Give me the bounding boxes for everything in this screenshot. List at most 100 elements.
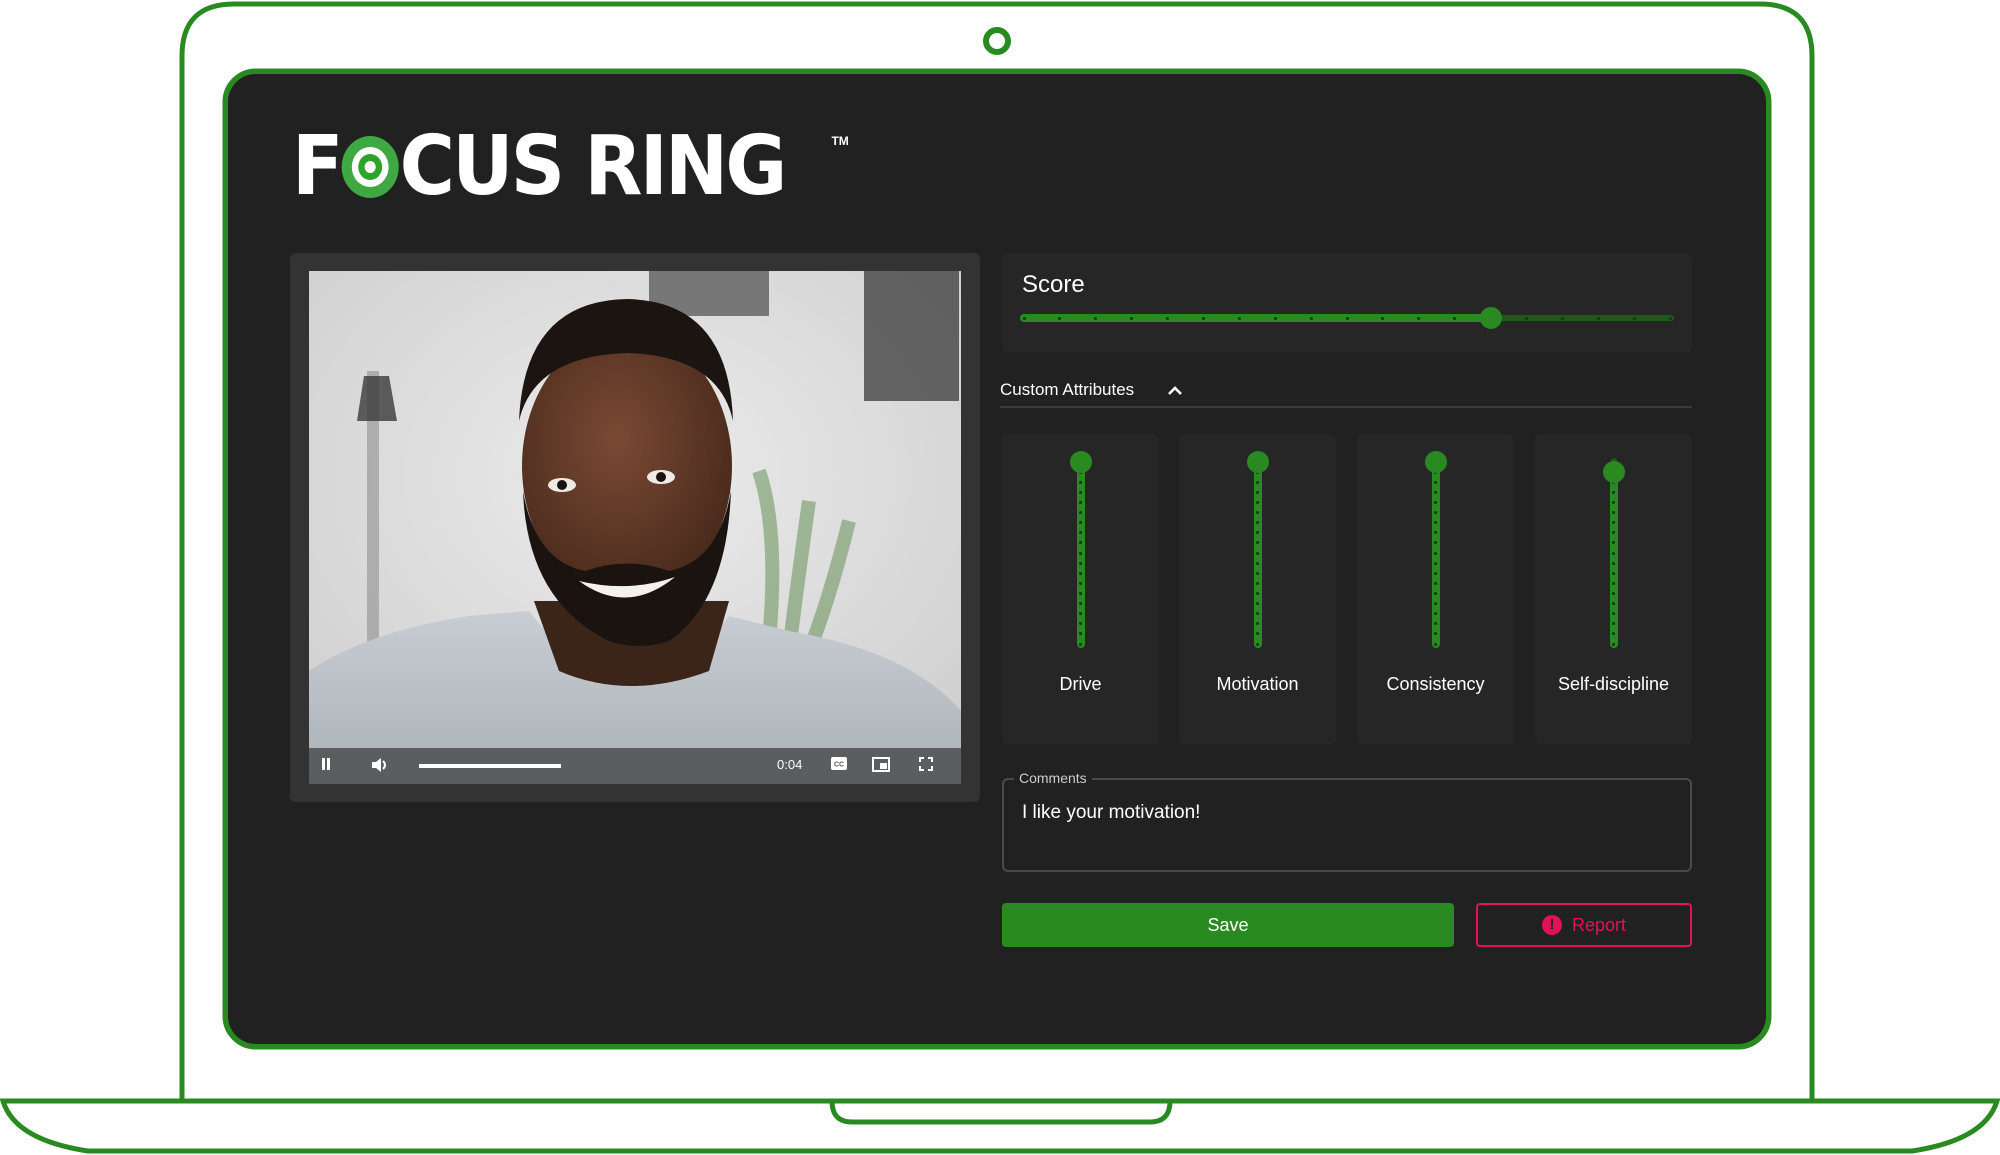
attribute-slider-tick xyxy=(1079,571,1082,575)
video-current-time: 0:04 xyxy=(777,757,803,772)
score-slider-tick xyxy=(1596,316,1600,320)
video-progress-bar[interactable] xyxy=(419,764,561,768)
attribute-slider-tick xyxy=(1079,500,1082,504)
attribute-card-self-discipline: Self-discipline xyxy=(1535,434,1692,744)
score-slider-tick xyxy=(1560,316,1564,320)
attribute-slider-tick xyxy=(1434,581,1437,585)
attribute-slider[interactable] xyxy=(1424,451,1447,648)
score-slider[interactable] xyxy=(1020,307,1674,329)
picture-in-picture-icon xyxy=(872,757,890,772)
closed-captions-icon: CC xyxy=(831,757,847,770)
attribute-slider-tick xyxy=(1079,591,1082,595)
attribute-card-motivation: Motivation xyxy=(1179,434,1336,744)
attribute-slider-tick xyxy=(1256,551,1259,555)
video-viewport[interactable]: 0:04 CC xyxy=(309,271,961,784)
logo-word-cus: CUS xyxy=(399,119,565,214)
svg-text:CC: CC xyxy=(834,762,844,769)
attribute-slider-tick xyxy=(1434,642,1437,646)
attribute-label: Self-discipline xyxy=(1557,674,1670,694)
attribute-slider-tick xyxy=(1434,490,1437,494)
focus-ring-logo: F CUS RING TM xyxy=(292,119,849,214)
attribute-slider-thumb[interactable] xyxy=(1602,461,1625,484)
attribute-slider-tick xyxy=(1434,551,1437,555)
captions-button[interactable]: CC xyxy=(831,757,849,775)
attribute-slider-tick xyxy=(1256,591,1259,595)
volume-button[interactable] xyxy=(371,757,391,775)
attribute-slider-tick xyxy=(1612,591,1615,595)
attribute-slider-tick xyxy=(1612,551,1615,555)
score-card: Score xyxy=(1002,253,1692,352)
attribute-slider-tick xyxy=(1079,561,1082,565)
attribute-slider[interactable] xyxy=(1602,458,1625,648)
report-button[interactable]: ! Report xyxy=(1476,903,1692,947)
attribute-slider-tick xyxy=(1079,480,1082,484)
score-slider-tick xyxy=(1453,316,1457,320)
score-slider-tick xyxy=(1201,316,1205,320)
video-progress-fill xyxy=(419,764,561,768)
attribute-slider-tick xyxy=(1434,500,1437,504)
attribute-slider-tick xyxy=(1079,581,1082,585)
attribute-card-drive: Drive xyxy=(1002,434,1159,744)
attribute-slider-tick xyxy=(1256,490,1259,494)
score-slider-tick xyxy=(1632,316,1636,320)
attribute-slider-thumb[interactable] xyxy=(1069,451,1092,473)
logo-wordmark: F CUS RING xyxy=(292,119,787,214)
score-slider-thumb[interactable] xyxy=(1479,307,1502,329)
fullscreen-icon xyxy=(919,757,933,771)
score-slider-tick xyxy=(1668,316,1672,320)
score-slider-tick xyxy=(1022,316,1026,320)
attribute-slider-thumb[interactable] xyxy=(1424,451,1447,473)
attribute-slider-tick xyxy=(1256,500,1259,504)
attribute-slider-tick xyxy=(1256,581,1259,585)
attribute-slider-tick xyxy=(1434,561,1437,565)
attribute-slider-tick xyxy=(1079,551,1082,555)
comments-label: Comments xyxy=(1014,770,1092,786)
custom-attributes-divider xyxy=(1000,406,1692,408)
video-player: 0:04 CC xyxy=(290,253,980,802)
score-slider-tick xyxy=(1524,316,1528,320)
chevron-up-icon[interactable] xyxy=(1165,380,1185,400)
attribute-slider-thumb[interactable] xyxy=(1246,451,1269,473)
fullscreen-button[interactable] xyxy=(919,757,937,775)
attribute-slider-tick xyxy=(1612,561,1615,565)
score-slider-tick xyxy=(1166,316,1170,320)
attribute-slider-tick xyxy=(1434,591,1437,595)
attribute-slider-tick xyxy=(1434,571,1437,575)
attribute-slider-tick xyxy=(1612,500,1615,504)
focus-ring-target-icon xyxy=(341,136,399,198)
score-slider-tick xyxy=(1345,316,1349,320)
logo-word-ring: RING xyxy=(584,119,787,214)
custom-attributes-title: Custom Attributes xyxy=(1000,380,1135,399)
camera-icon xyxy=(983,27,1011,55)
score-label: Score xyxy=(1022,271,1085,298)
attribute-slider[interactable] xyxy=(1246,451,1269,648)
attribute-card-consistency: Consistency xyxy=(1357,434,1514,744)
attribute-slider-tick xyxy=(1079,490,1082,494)
comments-field: Comments xyxy=(1002,770,1692,872)
score-slider-tick xyxy=(1130,316,1134,320)
attribute-slider-fill xyxy=(1431,462,1440,648)
score-slider-tick xyxy=(1237,316,1241,320)
comments-textarea[interactable] xyxy=(1022,802,1672,862)
alert-circle-icon: ! xyxy=(1541,915,1562,935)
attribute-slider-tick xyxy=(1612,581,1615,585)
volume-icon xyxy=(372,758,386,772)
attribute-slider-tick xyxy=(1612,571,1615,575)
attribute-slider-fill xyxy=(1076,462,1085,648)
attribute-slider-tick xyxy=(1612,642,1615,646)
custom-attributes-toggle[interactable]: Custom Attributes xyxy=(1000,378,1692,406)
attribute-label: Drive xyxy=(1059,674,1102,694)
picture-in-picture-button[interactable] xyxy=(872,757,892,775)
pause-button[interactable] xyxy=(321,757,337,775)
save-button[interactable]: Save xyxy=(1002,903,1454,947)
attribute-slider-fill xyxy=(1253,462,1262,648)
trademark-symbol: TM xyxy=(831,134,849,148)
attribute-slider[interactable] xyxy=(1069,451,1092,648)
score-slider-tick xyxy=(1273,316,1277,320)
attribute-slider-tick xyxy=(1612,490,1615,494)
attribute-slider-tick xyxy=(1079,642,1082,646)
report-button-label: Report xyxy=(1571,914,1627,935)
video-controls-bar: 0:04 CC xyxy=(309,748,961,784)
pause-icon xyxy=(322,758,330,770)
attribute-slider-tick xyxy=(1256,642,1259,646)
